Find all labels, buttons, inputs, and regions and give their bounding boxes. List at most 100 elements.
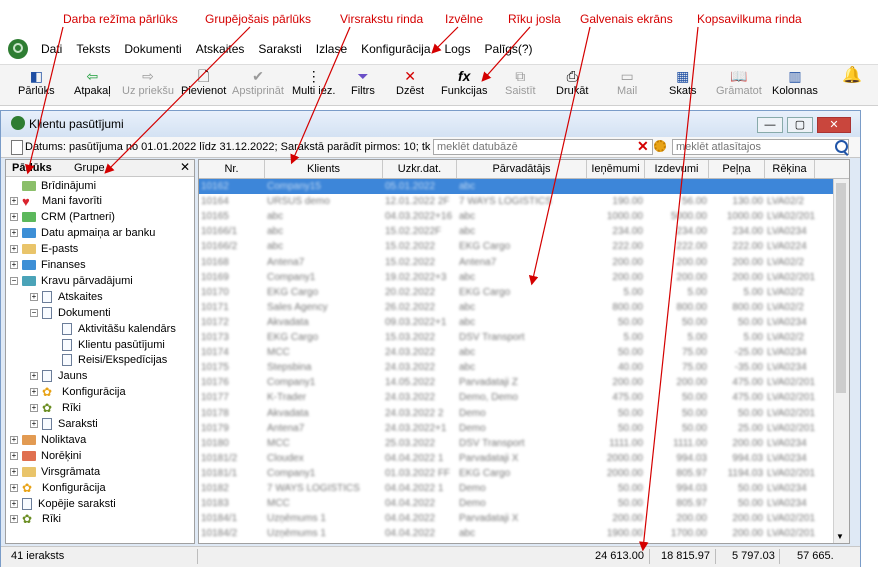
table-row[interactable]: 10175 Stepsbina 24.03.2022 abc 40.00 75.00 -35… xyxy=(199,360,833,375)
table-row[interactable]: 10177 K-Trader 24.03.2022 Demo, Demo 475.00 5… xyxy=(199,390,833,405)
search-database-input[interactable] xyxy=(433,139,653,155)
col-profit-header[interactable]: Peļņa xyxy=(709,160,765,178)
tree-item[interactable]: + Datu apmaiņa ar banku xyxy=(10,226,155,241)
table-row[interactable]: 10170 EKG Cargo 20.02.2022 EKG Cargo 5.00 5.0… xyxy=(199,285,833,300)
expand-icon[interactable]: + xyxy=(10,515,18,524)
menu-item-lists[interactable]: Saraksti xyxy=(251,42,308,56)
scrollbar-thumb[interactable] xyxy=(836,183,846,393)
expand-icon[interactable]: + xyxy=(10,435,18,444)
toolbar-columns-button[interactable]: ▥ Kolonnas xyxy=(772,67,818,103)
grid-vertical-scrollbar[interactable]: ▼ xyxy=(833,179,849,543)
table-row[interactable]: 10180 MCC 25.03.2022 DSV Transport 1111.00 11… xyxy=(199,436,833,451)
toolbar-approve-button[interactable]: ✔ Apstiprināt xyxy=(232,67,284,103)
notifications-button[interactable]: 🔔 xyxy=(842,67,862,103)
tree-item[interactable]: + ✿ Rīki xyxy=(30,401,81,416)
clear-search-icon[interactable]: ✕ xyxy=(637,138,649,155)
col-revenue-header[interactable]: Ieņēmumi xyxy=(587,160,645,178)
tree-item[interactable]: + CRM (Partneri) xyxy=(10,210,115,225)
menu-item-configuration[interactable]: Konfigurācija xyxy=(354,42,437,56)
tree-item[interactable]: + Finanses xyxy=(10,258,86,273)
table-row[interactable]: 10182 7 WAYS LOGISTICS 04.04.2022 1 Demo 50.… xyxy=(199,481,833,496)
tree-item[interactable]: + ✿ Konfigurācija xyxy=(10,480,106,495)
expand-icon[interactable]: + xyxy=(10,245,18,254)
table-row[interactable]: 10181/1 Company1 01.03.2022 FF EKG Cargo 200… xyxy=(199,466,833,481)
toolbar-functions-button[interactable]: fx Funkcijas xyxy=(441,67,487,103)
tree-item[interactable]: + ✿ Konfigurācija xyxy=(30,385,126,400)
tree-item[interactable]: + E-pasts xyxy=(10,242,78,257)
table-row[interactable]: 10178 Akvadata 24.03.2022 2 Demo 50.00 50.00 5… xyxy=(199,406,833,421)
table-row[interactable]: 10174 MCC 24.03.2022 abc 50.00 75.00 -25.00 LVA… xyxy=(199,345,833,360)
table-row[interactable]: 10184/1 Uzņēmums 1 04.04.2022 Parvadataji X… xyxy=(199,511,833,526)
expand-icon[interactable]: + xyxy=(10,261,18,269)
toolbar-browser-button[interactable]: ◧ Pārlūks xyxy=(18,67,55,103)
menu-item-help[interactable]: Palīgs(?) xyxy=(478,42,540,56)
tree-item[interactable]: + ✿ Rīki xyxy=(10,512,61,527)
col-date-header[interactable]: Uzkr.dat. xyxy=(383,160,457,178)
expand-icon[interactable]: + xyxy=(30,404,38,413)
expand-icon[interactable]: + xyxy=(10,213,18,222)
table-row[interactable]: 10166/2 abc 15.02.2022 EKG Cargo 222.00 222.0… xyxy=(199,239,833,254)
expand-icon[interactable]: + xyxy=(10,499,18,508)
tree-item[interactable]: Brīdinājumi xyxy=(10,178,96,193)
toolbar-mail-button[interactable]: ▭ Mail xyxy=(617,67,637,103)
tab-browser[interactable]: Pārlūks xyxy=(12,162,52,174)
toolbar-multi-button[interactable]: ⋮ Multi iez. xyxy=(292,67,335,103)
tab-groups[interactable]: Grupe xyxy=(74,162,105,174)
menu-item-text[interactable]: Teksts xyxy=(69,42,117,56)
collapse-icon[interactable]: − xyxy=(30,308,38,317)
table-row[interactable]: 10172 Akvadata 09.03.2022+1 abc 50.00 50.00 50… xyxy=(199,315,833,330)
toolbar-filter-button[interactable]: ⏷ Filtrs xyxy=(351,67,375,103)
tree-item[interactable]: + Norēķini xyxy=(10,448,81,463)
toolbar-link-button[interactable]: ⧉ Saistīt xyxy=(505,67,536,103)
col-expenses-header[interactable]: Izdevumi xyxy=(645,160,709,178)
expand-icon[interactable]: + xyxy=(10,229,18,238)
tree-item[interactable]: Aktivitāšu kalendārs xyxy=(50,321,176,336)
tree-item[interactable]: − Dokumenti xyxy=(30,305,111,320)
search-icon[interactable] xyxy=(835,140,848,153)
expand-icon[interactable]: + xyxy=(10,197,18,206)
toolbar-view-button[interactable]: ▦ Skats xyxy=(669,67,697,103)
toolbar-back-button[interactable]: ⇦ Atpakaļ xyxy=(74,67,111,103)
expand-icon[interactable]: + xyxy=(10,467,18,476)
window-close-button[interactable]: ✕ xyxy=(817,117,851,133)
table-row[interactable]: 10164 URSUS demo 12.01.2022 2F 7 WAYS LOGIS… xyxy=(199,194,833,209)
table-row[interactable]: 10166/1 abc 15.02.2022F abc 234.00 234.00 234.… xyxy=(199,224,833,239)
col-nr-header[interactable]: Nr. xyxy=(199,160,265,178)
collapse-icon[interactable]: − xyxy=(10,276,18,285)
expand-icon[interactable]: + xyxy=(30,372,38,381)
tree-item[interactable]: − Kravu pārvadājumi xyxy=(10,273,133,288)
toolbar-forward-button[interactable]: ⇨ Uz priekšu xyxy=(122,67,174,103)
table-row[interactable]: 10179 Antena7 24.03.2022+1 Demo 50.00 50.00 25… xyxy=(199,421,833,436)
toolbar-post-button[interactable]: 📖 Grāmatot xyxy=(716,67,762,103)
tree-item[interactable]: + Atskaites xyxy=(30,289,103,304)
tree-item[interactable]: + Virsgrāmata xyxy=(10,464,100,479)
expand-icon[interactable]: + xyxy=(30,292,38,301)
toolbar-add-button[interactable]: 🗋 Pievienot xyxy=(181,67,226,103)
window-maximize-button[interactable]: ▢ xyxy=(787,117,813,133)
menu-item-windows[interactable]: Logs xyxy=(438,42,478,56)
tree-item[interactable]: Reisi/Ekspedīcijas xyxy=(50,353,167,368)
scroll-down-icon[interactable]: ▼ xyxy=(836,532,844,541)
expand-icon[interactable]: + xyxy=(30,420,38,428)
col-client-header[interactable]: Klients xyxy=(265,160,383,178)
menu-item-data[interactable]: Dati xyxy=(34,42,69,56)
search-selected-input[interactable] xyxy=(672,139,849,155)
table-row[interactable]: 10181/2 Cloudex 04.04.2022 1 Parvadataji X 2… xyxy=(199,451,833,466)
tree-item[interactable]: + Saraksti xyxy=(30,417,98,432)
table-row[interactable]: 10176 Company1 14.05.2022 Parvadataji Z 200.… xyxy=(199,375,833,390)
tree-item[interactable]: + Kopējie saraksti xyxy=(10,496,116,511)
table-row[interactable]: 10173 EKG Cargo 15.03.2022 DSV Transport 5.0… xyxy=(199,330,833,345)
col-carrier-header[interactable]: Pārvadātājs xyxy=(457,160,587,178)
menu-item-documents[interactable]: Dokumenti xyxy=(117,42,188,56)
toolbar-delete-button[interactable]: ✕ Dzēst xyxy=(396,67,424,103)
tree-item[interactable]: + ♥ Mani favorīti xyxy=(10,194,102,209)
search-settings-gear-icon[interactable] xyxy=(654,140,666,152)
panel-close-icon[interactable]: ✕ xyxy=(180,160,190,174)
table-row[interactable]: 10165 abc 04.03.2022+16 abc 1000.00 5000.00 10… xyxy=(199,209,833,224)
table-row[interactable]: 10169 Company1 19.02.2022+3 abc 200.00 200.00… xyxy=(199,270,833,285)
table-row[interactable]: 10162 Company15 05.01.2022 abc xyxy=(199,179,833,194)
expand-icon[interactable]: + xyxy=(30,388,38,397)
col-invoice-header[interactable]: Rēķina Nr. xyxy=(765,160,815,193)
expand-icon[interactable]: + xyxy=(10,483,18,492)
menu-item-favorites[interactable]: Izlase xyxy=(309,42,354,56)
